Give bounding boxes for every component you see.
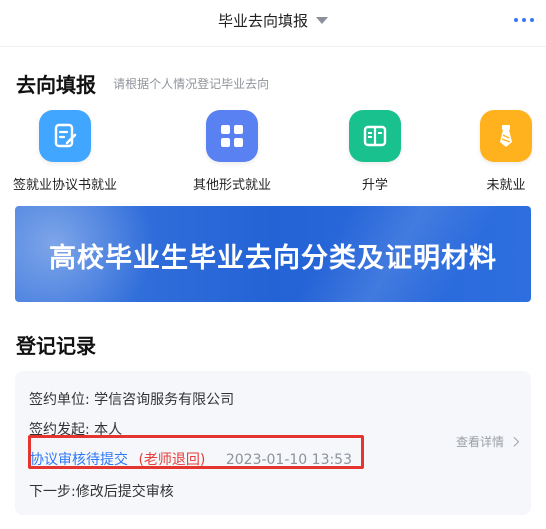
destination-title: 去向填报 [16, 73, 96, 97]
destination-heading: 去向填报 请根据个人情况登记毕业去向 [16, 69, 269, 98]
record-next-step: 下一步:修改后提交审核 [29, 484, 174, 500]
records-title: 登记记录 [16, 334, 96, 358]
more-icon[interactable] [514, 18, 534, 26]
banner-text: 高校毕业生毕业去向分类及证明材料 [49, 243, 497, 274]
record-status-row: 协议审核待提交 (老师退回) 2023-01-10 13:53 [30, 449, 352, 469]
entry-unemployed[interactable]: 未就业 [441, 110, 546, 193]
entry-further-study[interactable]: 升学 [310, 110, 440, 193]
record-unit-value: 学信咨询服务有限公司 [94, 392, 235, 408]
entry-other-employment[interactable]: 其他形式就业 [167, 110, 297, 193]
document-edit-icon [39, 110, 91, 162]
header-divider [0, 46, 546, 47]
record-unit-label: 签约单位: [29, 392, 90, 408]
grid-icon [206, 110, 258, 162]
entry-label: 其他形式就业 [192, 178, 271, 193]
destination-subtitle: 请根据个人情况登记毕业去向 [113, 77, 270, 91]
view-details-label: 查看详情 [455, 435, 504, 449]
chevron-right-icon [509, 436, 520, 447]
page-title-selector[interactable]: 毕业去向填报 [0, 10, 546, 31]
record-time: 2023-01-10 13:53 [225, 452, 353, 468]
book-icon [349, 110, 401, 162]
view-details-link[interactable]: 查看详情 [455, 433, 520, 450]
entry-label: 未就业 [486, 178, 526, 193]
page-title: 毕业去向填报 [217, 12, 308, 30]
record-status: 协议审核待提交 [30, 452, 128, 468]
info-banner[interactable]: 高校毕业生毕业去向分类及证明材料 [15, 206, 531, 302]
record-unit-row: 签约单位: 学信咨询服务有限公司 [29, 389, 234, 409]
entry-agreement-employment[interactable]: 签就业协议书就业 [0, 110, 130, 193]
chevron-down-icon [316, 17, 328, 24]
entry-label: 升学 [361, 178, 388, 193]
top-bar: 毕业去向填报 [0, 0, 546, 46]
entry-label: 签就业协议书就业 [12, 178, 117, 193]
tie-icon [480, 110, 532, 162]
record-card[interactable]: 签约单位: 学信咨询服务有限公司 签约发起: 本人 协议审核待提交 (老师退回)… [15, 371, 531, 515]
record-return-note: (老师退回) [138, 452, 206, 468]
